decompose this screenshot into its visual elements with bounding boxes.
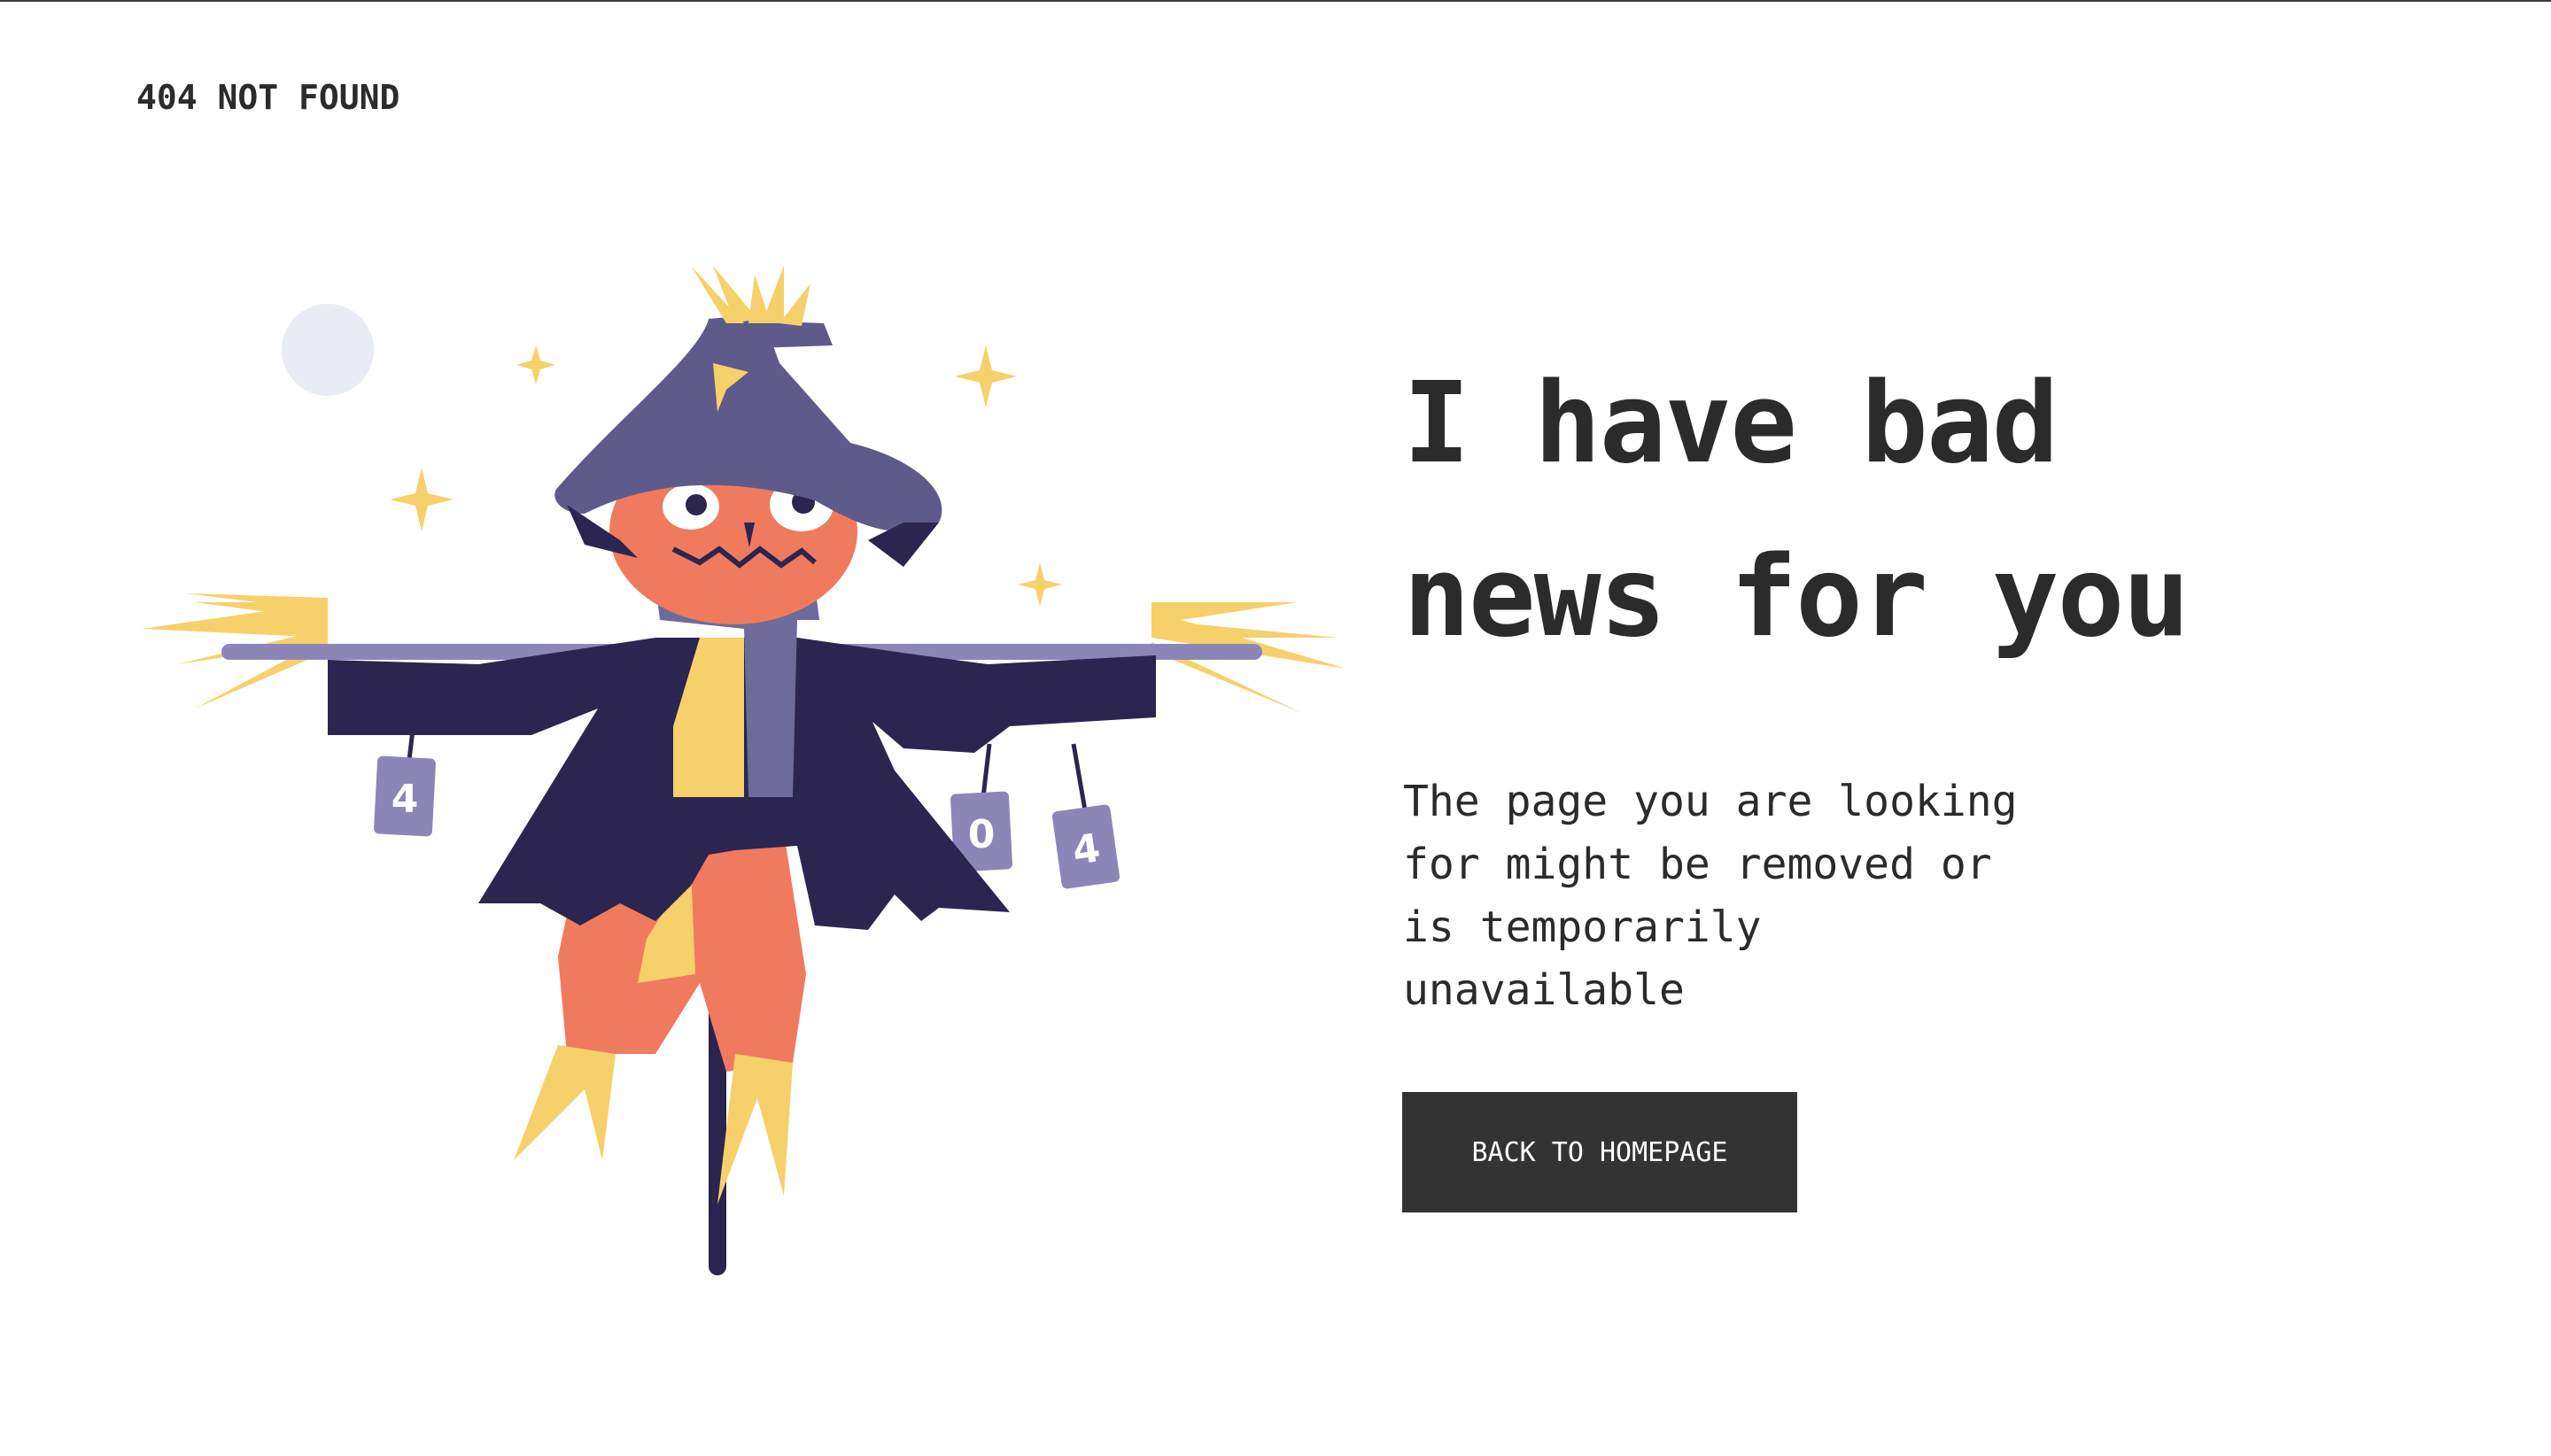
- can-label: 4: [392, 777, 419, 822]
- moon-icon: [282, 304, 374, 396]
- page-title-line: news for you: [1403, 531, 2190, 662]
- page-title: I have bad news for you: [1403, 337, 2377, 684]
- error-message: The page you are looking for might be re…: [1403, 777, 2018, 1015]
- main-content: I have bad news for you The page you are…: [1403, 337, 2377, 1022]
- can-left: 4: [374, 755, 436, 837]
- page-title-line: I have bad: [1403, 358, 2059, 488]
- back-to-homepage-button[interactable]: BACK TO HOMEPAGE: [1402, 1092, 1797, 1212]
- sparkle-icon: [390, 468, 454, 531]
- brand-label[interactable]: 404 NOT FOUND: [136, 78, 399, 117]
- sparkle-icon: [1018, 562, 1062, 607]
- sparkle-icon: [955, 345, 1017, 407]
- sparkle-icon: [516, 345, 555, 384]
- top-border: [0, 0, 2551, 2]
- can-right: 4: [1051, 804, 1120, 889]
- hat-straw: [691, 266, 810, 326]
- boot-straw: [514, 1045, 793, 1204]
- scarecrow-illustration: 4 0 4: [142, 266, 1346, 1275]
- can-label: 0: [968, 812, 996, 857]
